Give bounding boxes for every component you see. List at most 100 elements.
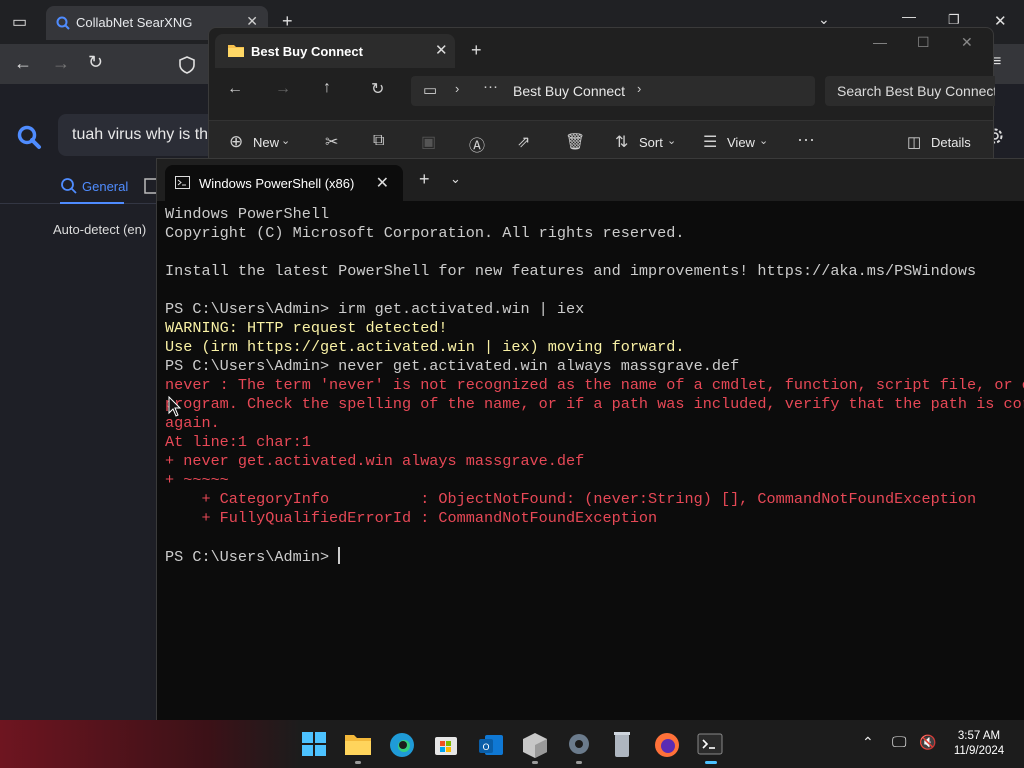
terminal-line: never : The term 'never' is not recogniz… (165, 376, 1024, 394)
settings-icon[interactable] (566, 731, 592, 757)
taskbar-wallpaper-tint (0, 720, 300, 768)
close-tab-icon[interactable]: ✕ (435, 41, 448, 59)
svg-text:O: O (482, 743, 489, 753)
text-cursor (338, 547, 341, 564)
system-clock[interactable]: 3:57 AM 11/9/2024 (944, 729, 1014, 759)
explorer-tab[interactable]: Best Buy Connect ✕ (215, 34, 455, 68)
cut-icon[interactable]: ✂ (325, 132, 338, 152)
clock-date: 11/9/2024 (953, 745, 1005, 757)
back-icon[interactable]: ← (227, 80, 243, 98)
tab-list-icon[interactable]: ⌄ (818, 11, 830, 28)
minimize-icon[interactable]: — (902, 8, 916, 24)
delete-icon[interactable]: 🗑 (565, 132, 585, 152)
view-icon[interactable]: ☰ (703, 132, 717, 152)
restore-icon[interactable]: ❐ (948, 12, 960, 28)
terminal-line: + ~~~~~ (165, 471, 229, 489)
clock-time: 3:57 AM (957, 730, 1001, 742)
windows-start-icon[interactable] (301, 731, 327, 757)
recycle-bin-icon[interactable] (611, 730, 633, 758)
new-tab-icon[interactable]: + (471, 40, 482, 61)
terminal-line: + CategoryInfo : ObjectNotFound: (never:… (165, 490, 977, 508)
address-bar[interactable]: ▭ › ··· Best Buy Connect › (411, 76, 815, 106)
package-icon[interactable] (521, 731, 549, 759)
more-options-icon[interactable]: ··· (797, 129, 815, 150)
pc-icon: ▭ (423, 82, 438, 99)
reload-icon[interactable]: ↻ (88, 52, 103, 73)
paste-icon[interactable]: ▣ (421, 132, 436, 152)
search-query: tuah virus why is th (72, 126, 209, 143)
volume-muted-icon[interactable]: 🔇 (919, 734, 936, 751)
sort-icon[interactable]: ⇅ (615, 132, 628, 152)
searxng-icon (56, 16, 70, 30)
search-input[interactable]: tuah virus why is th (58, 114, 218, 156)
chevron-up-icon[interactable]: ⌃ (862, 734, 874, 751)
details-button[interactable]: Details (931, 135, 971, 150)
maximize-icon[interactable]: ☐ (917, 34, 930, 51)
active-indicator (705, 761, 717, 764)
tab-general[interactable]: General (82, 179, 128, 194)
terminal-icon[interactable] (697, 731, 723, 757)
microsoft-store-icon[interactable] (433, 731, 459, 757)
active-tab-indicator (60, 202, 124, 204)
language-select[interactable]: Auto-detect (en) (53, 222, 146, 237)
up-icon[interactable]: ↑ (323, 79, 331, 97)
running-indicator (355, 761, 361, 764)
terminal-tab[interactable]: Windows PowerShell (x86) ✕ (165, 165, 403, 201)
chevron-down-icon[interactable]: ⌄ (759, 134, 768, 147)
new-tab-icon[interactable]: + (419, 169, 430, 190)
address-text[interactable]: Best Buy Connect (513, 83, 625, 99)
terminal-line: PS C:\Users\Admin> irm get.activated.win… (165, 300, 585, 318)
back-icon[interactable]: ← (14, 53, 32, 74)
tab-actions-icon[interactable]: ▭ (12, 12, 27, 32)
terminal-tab-title: Windows PowerShell (x86) (199, 176, 355, 191)
rename-icon[interactable]: Ⓐ (469, 132, 485, 156)
chevron-right-icon[interactable]: › (637, 81, 641, 96)
terminal-line: Use (irm https://get.activated.win | iex… (165, 338, 685, 356)
outlook-icon[interactable]: O (477, 731, 505, 759)
chevron-right-icon: › (455, 81, 460, 96)
firefox-icon[interactable] (653, 731, 681, 759)
view-button[interactable]: View (727, 135, 755, 150)
forward-icon[interactable]: → (52, 53, 70, 74)
terminal-line: + FullyQualifiedErrorId : CommandNotFoun… (165, 509, 658, 527)
network-icon[interactable]: 🖵 (892, 734, 906, 751)
refresh-icon[interactable]: ↻ (371, 79, 384, 99)
new-button[interactable]: New (253, 135, 279, 150)
close-tab-icon[interactable]: ✕ (376, 173, 389, 193)
browser-tab-title: CollabNet SearXNG (76, 15, 193, 30)
details-pane-icon[interactable]: ◫ (907, 133, 921, 151)
minimize-icon[interactable]: — (873, 34, 887, 50)
new-icon[interactable]: ⊕ (229, 132, 243, 152)
powershell-icon (175, 176, 190, 189)
shield-icon[interactable] (178, 56, 196, 74)
explorer-search-input[interactable]: Search Best Buy Connect (825, 76, 995, 106)
chevron-down-icon[interactable]: ⌄ (667, 134, 676, 147)
terminal-line: PS C:\Users\Admin> (165, 547, 341, 566)
terminal-line: Install the latest PowerShell for new fe… (165, 262, 977, 280)
forward-icon[interactable]: → (275, 80, 291, 98)
copy-icon[interactable]: ⧉ (373, 132, 384, 150)
chevron-down-icon[interactable]: ⌄ (450, 171, 461, 187)
terminal-line: + never get.activated.win always massgra… (165, 452, 585, 470)
chevron-down-icon[interactable]: ⌄ (281, 134, 290, 147)
terminal-tab-bar: Windows PowerShell (x86) ✕ + ⌄ (157, 159, 1024, 201)
edge-icon[interactable] (388, 731, 416, 759)
running-indicator (576, 761, 582, 764)
file-explorer-icon[interactable] (344, 732, 372, 756)
sort-button[interactable]: Sort (639, 135, 663, 150)
category-nav: General (0, 172, 160, 204)
close-window-icon[interactable]: ✕ (994, 12, 1007, 30)
share-icon[interactable]: ⇗ (517, 132, 530, 152)
mouse-pointer-icon (168, 396, 182, 417)
terminal-line: WARNING: HTTP request detected! (165, 319, 448, 337)
file-explorer-window: Best Buy Connect ✕ + — ☐ ✕ ← → ↑ ↻ ▭ › ·… (208, 27, 995, 165)
folder-icon (228, 45, 244, 57)
more-locations-icon[interactable]: ··· (483, 78, 498, 95)
terminal-output[interactable]: Windows PowerShell Copyright (C) Microsof… (165, 205, 1024, 715)
close-window-icon[interactable]: ✕ (961, 34, 973, 51)
terminal-line: Windows PowerShell (165, 205, 330, 223)
search-icon (61, 178, 77, 194)
terminal-line: Copyright (C) Microsoft Corporation. All… (165, 224, 685, 242)
